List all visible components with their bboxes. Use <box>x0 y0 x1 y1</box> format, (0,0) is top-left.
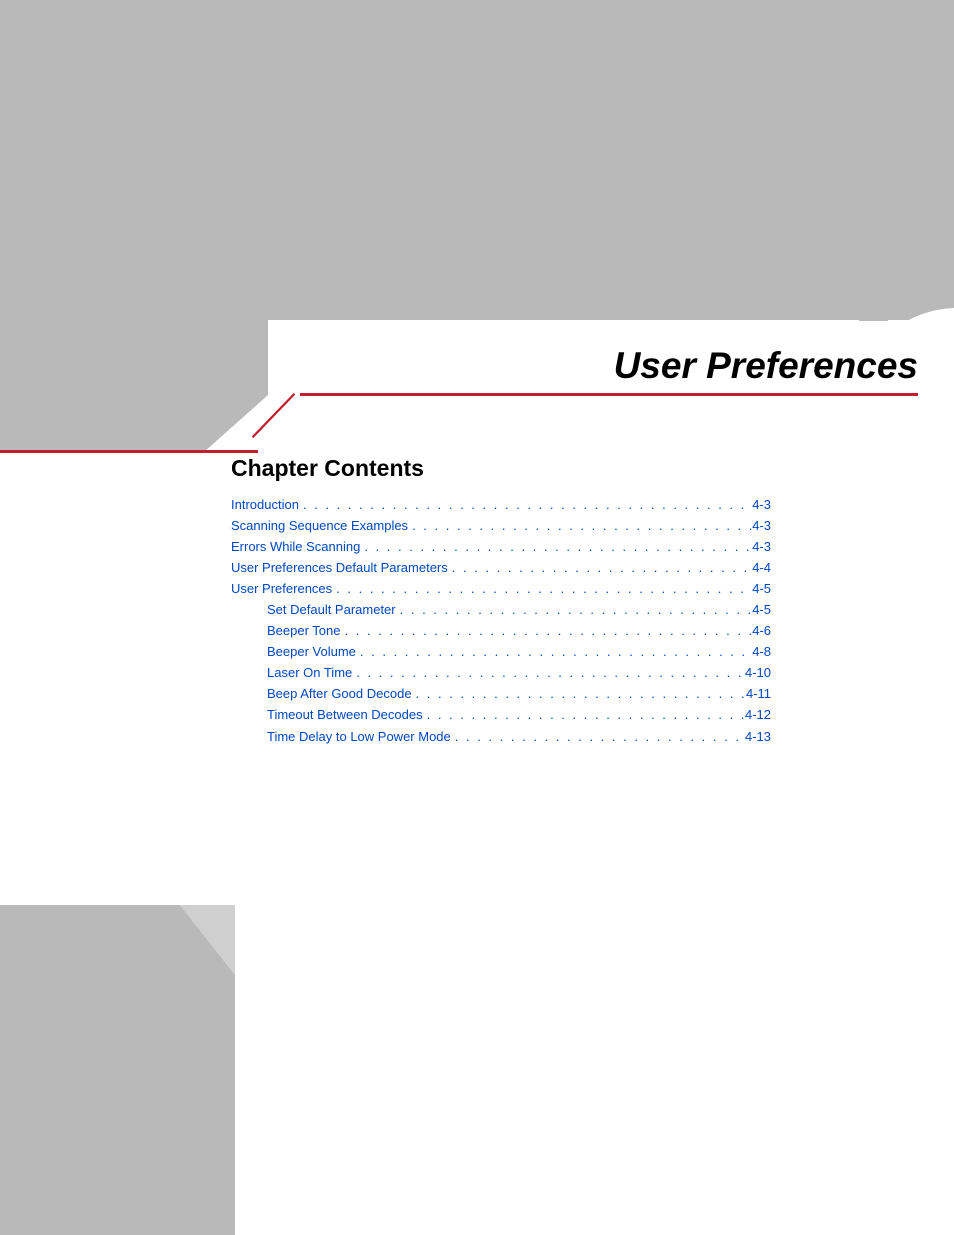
toc-entry-page: 4-3 <box>752 494 771 515</box>
contents-heading: Chapter Contents <box>231 455 771 482</box>
toc-entry[interactable]: Laser On Time 4-10 <box>231 662 771 683</box>
toc-entry[interactable]: Scanning Sequence Examples 4-3 <box>231 515 771 536</box>
toc-entry[interactable]: User Preferences Default Parameters 4-4 <box>231 557 771 578</box>
toc-entry[interactable]: User Preferences 4-5 <box>231 578 771 599</box>
toc-leader-dots <box>299 494 752 515</box>
toc-entry-label: Beeper Tone <box>267 620 341 641</box>
chapter-contents: Chapter Contents Introduction4-3Scanning… <box>231 455 771 747</box>
toc-entry-label: Timeout Between Decodes <box>267 704 423 725</box>
toc-leader-dots <box>332 578 752 599</box>
toc-entry[interactable]: Set Default Parameter 4-5 <box>231 599 771 620</box>
chapter-title: User Preferences <box>614 345 918 387</box>
toc-leader-dots <box>360 536 752 557</box>
toc-entry-page: 4-3 <box>752 515 771 536</box>
red-left-stroke <box>0 450 258 453</box>
toc-entry-page: 4-5 <box>752 599 771 620</box>
toc-entry-page: 4-13 <box>745 726 771 747</box>
toc-leader-dots <box>352 662 745 683</box>
toc-entry-page: 4-3 <box>752 536 771 557</box>
toc-leader-dots <box>341 620 753 641</box>
toc-entry-page: 4-10 <box>745 662 771 683</box>
chapter-number: 4 <box>800 135 916 355</box>
toc-leader-dots <box>412 683 746 704</box>
toc-entry[interactable]: Time Delay to Low Power Mode 4-13 <box>231 726 771 747</box>
toc-entry-page: 4-4 <box>752 557 771 578</box>
toc-leader-dots <box>423 704 745 725</box>
toc-entry-page: 4-11 <box>746 683 771 704</box>
toc-leader-dots <box>356 641 752 662</box>
toc-entry-label: User Preferences <box>231 578 332 599</box>
toc-entry-label: Beeper Volume <box>267 641 356 662</box>
toc-entry[interactable]: Beeper Volume 4-8 <box>231 641 771 662</box>
toc-entry[interactable]: Errors While Scanning 4-3 <box>231 536 771 557</box>
toc-entry[interactable]: Beeper Tone 4-6 <box>231 620 771 641</box>
toc-leader-dots <box>448 557 752 578</box>
toc-entry-page: 4-12 <box>745 704 771 725</box>
toc-entry[interactable]: Timeout Between Decodes 4-12 <box>231 704 771 725</box>
document-page: 4 User Preferences Chapter Contents Intr… <box>0 0 954 1235</box>
toc-entry-label: Scanning Sequence Examples <box>231 515 408 536</box>
title-underline <box>300 393 918 396</box>
toc-entry-page: 4-6 <box>752 620 771 641</box>
toc-entry-label: Introduction <box>231 494 299 515</box>
toc-entry-label: Laser On Time <box>267 662 352 683</box>
toc-entry-page: 4-5 <box>752 578 771 599</box>
toc-entry-label: User Preferences Default Parameters <box>231 557 448 578</box>
table-of-contents: Introduction4-3Scanning Sequence Example… <box>231 494 771 747</box>
toc-entry-label: Set Default Parameter <box>267 599 396 620</box>
toc-leader-dots <box>451 726 745 747</box>
toc-entry-label: Time Delay to Low Power Mode <box>267 726 451 747</box>
toc-leader-dots <box>408 515 752 536</box>
toc-leader-dots <box>396 599 753 620</box>
red-diagonal-stroke <box>215 393 335 453</box>
toc-entry[interactable]: Introduction 4-3 <box>231 494 771 515</box>
toc-entry-label: Beep After Good Decode <box>267 683 412 704</box>
toc-entry[interactable]: Beep After Good Decode 4-11 <box>231 683 771 704</box>
toc-entry-page: 4-8 <box>752 641 771 662</box>
corner-shade <box>0 905 240 1235</box>
toc-entry-label: Errors While Scanning <box>231 536 360 557</box>
